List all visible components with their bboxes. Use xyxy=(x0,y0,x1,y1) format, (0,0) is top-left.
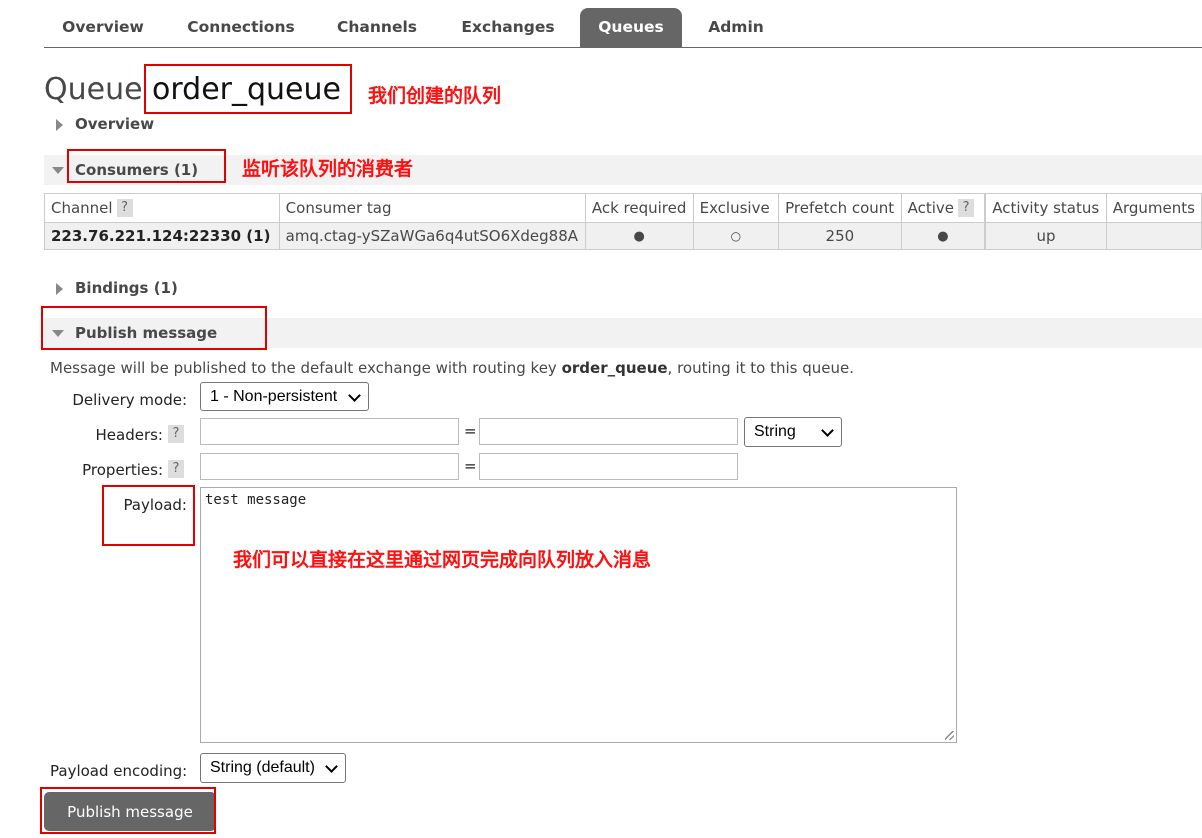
table-header-row: Channel? Consumer tag Ack required Exclu… xyxy=(44,193,1202,223)
col-channel: Channel? xyxy=(44,193,280,223)
cell-exclusive: ○ xyxy=(692,222,780,250)
headers-label: Headers: xyxy=(95,426,164,444)
chevron-down-icon xyxy=(348,389,361,402)
publish-info-suffix: , routing it to this queue. xyxy=(667,359,854,377)
col-channel-label: Channel xyxy=(51,198,113,217)
col-consumer-tag: Consumer tag xyxy=(278,193,586,223)
header-type-value: String xyxy=(754,423,796,440)
col-active: Active? xyxy=(900,193,987,223)
resize-grip-icon[interactable] xyxy=(945,731,954,740)
cell-ack-required: ● xyxy=(584,222,694,250)
annotation-box-payload xyxy=(102,485,195,546)
tab-admin[interactable]: Admin xyxy=(696,8,776,47)
header-value-input[interactable] xyxy=(479,418,738,445)
delivery-mode-value: 1 - Non-persistent xyxy=(210,388,338,405)
expand-arrow-icon xyxy=(56,119,63,131)
header-type-select[interactable]: String xyxy=(744,417,842,447)
properties-label: Properties: xyxy=(82,461,163,479)
help-icon[interactable]: ? xyxy=(958,199,975,218)
delivery-mode-label: Delivery mode: xyxy=(72,391,187,409)
publish-info-prefix: Message will be published to the default… xyxy=(50,359,562,377)
section-overview[interactable]: Overview xyxy=(44,110,1202,140)
cell-active: ● xyxy=(900,222,987,250)
col-ack-required: Ack required xyxy=(584,193,694,223)
table-row: 223.76.221.124:22330 (1) amq.ctag-ySZaWG… xyxy=(44,222,1202,250)
col-prefetch-count: Prefetch count xyxy=(778,193,902,223)
tab-connections[interactable]: Connections xyxy=(177,8,305,47)
tab-channels[interactable]: Channels xyxy=(325,8,429,47)
tab-exchanges[interactable]: Exchanges xyxy=(449,8,567,47)
delivery-mode-select[interactable]: 1 - Non-persistent xyxy=(200,382,369,411)
consumers-table: Channel? Consumer tag Ack required Exclu… xyxy=(44,193,1202,250)
cell-arguments xyxy=(1105,222,1202,250)
property-equals: = xyxy=(464,457,477,475)
chevron-down-icon xyxy=(821,424,834,437)
property-value-input[interactable] xyxy=(479,453,738,480)
cell-prefetch-count: 250 xyxy=(778,222,902,250)
cell-consumer-tag: amq.ctag-ySZaWGa6q4utSO6Xdeg88A xyxy=(278,222,586,250)
payload-textarea[interactable]: test message xyxy=(200,487,957,743)
expand-arrow-icon xyxy=(56,283,63,295)
payload-encoding-select[interactable]: String (default) xyxy=(200,753,346,783)
annotation-box-publish xyxy=(41,306,267,350)
header-equals: = xyxy=(464,422,477,440)
annotation-box-button xyxy=(40,787,216,834)
col-exclusive: Exclusive xyxy=(692,193,780,223)
annotation-queue: 我们创建的队列 xyxy=(368,85,502,107)
section-bindings[interactable]: Bindings (1) xyxy=(44,274,1202,304)
tab-queues[interactable]: Queues xyxy=(580,8,682,47)
section-overview-label: Overview xyxy=(75,115,155,133)
property-key-input[interactable] xyxy=(200,453,459,480)
annotation-box-queue xyxy=(144,64,352,114)
help-icon[interactable]: ? xyxy=(168,425,184,443)
chevron-down-icon xyxy=(325,760,338,773)
publish-info: Message will be published to the default… xyxy=(50,359,854,377)
section-bindings-label: Bindings (1) xyxy=(75,279,178,297)
col-active-label: Active xyxy=(907,198,955,217)
annotation-box-consumers xyxy=(67,149,226,183)
header-key-input[interactable] xyxy=(200,418,459,445)
cell-channel[interactable]: 223.76.221.124:22330 (1) xyxy=(44,222,280,250)
annotation-payload: 我们可以直接在这里通过网页完成向队列放入消息 xyxy=(233,549,652,571)
payload-encoding-label: Payload encoding: xyxy=(50,762,188,780)
payload-encoding-value: String (default) xyxy=(210,759,315,776)
routing-key: order_queue xyxy=(561,359,668,377)
col-activity-status: Activity status xyxy=(984,193,1107,223)
top-nav: Overview Connections Channels Exchanges … xyxy=(44,8,1202,48)
collapse-arrow-icon xyxy=(52,167,64,174)
tab-overview[interactable]: Overview xyxy=(44,8,162,47)
help-icon[interactable]: ? xyxy=(116,199,133,218)
page-title-prefix: Queue xyxy=(44,72,143,107)
payload-text: test message xyxy=(205,492,307,508)
annotation-consumers: 监听该队列的消费者 xyxy=(242,158,414,180)
cell-activity-status: up xyxy=(984,222,1107,250)
help-icon[interactable]: ? xyxy=(168,460,184,478)
col-arguments: Arguments xyxy=(1105,193,1202,223)
